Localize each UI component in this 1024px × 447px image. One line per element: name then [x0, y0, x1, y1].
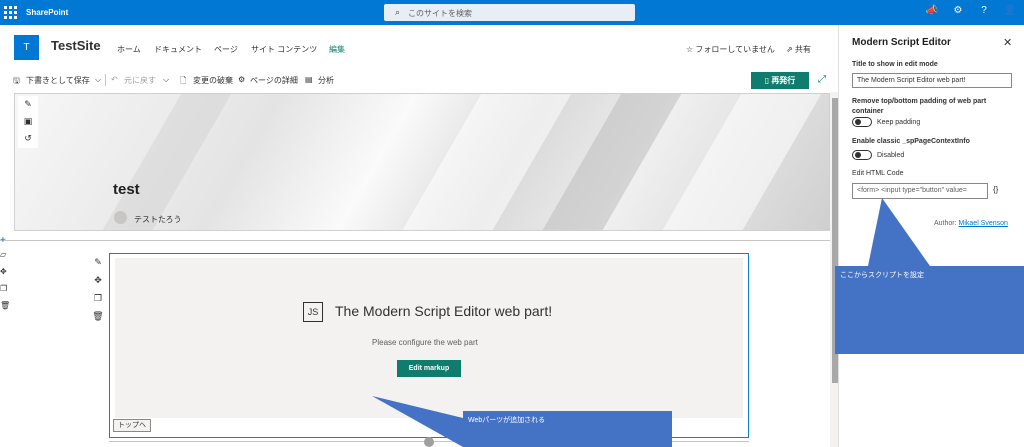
move-icon[interactable]: ✥	[0, 267, 10, 284]
search-placeholder: このサイトを検索	[408, 9, 472, 18]
code-label: Edit HTML Code	[852, 170, 904, 177]
html-code-field[interactable]: <form> <input type="button" value=	[852, 183, 988, 199]
author-credit: Author: Mikael Svenson	[934, 220, 1008, 227]
discard-icon: 🗋	[180, 76, 187, 85]
nav-site-contents[interactable]: サイト コンテンツ	[251, 44, 317, 55]
copy-icon[interactable]: ❐	[88, 293, 108, 304]
webpart-toolbar: ✎ ✥ ❐ 🗑	[88, 254, 106, 326]
nav-edit[interactable]: 編集	[329, 44, 345, 55]
republish-label: 再発行	[771, 76, 796, 85]
chevron-down-icon[interactable]: ⌵	[95, 75, 101, 85]
back-to-top-button[interactable]: トップへ	[113, 419, 151, 432]
context-toggle[interactable]	[852, 150, 872, 160]
image-icon[interactable]: ▣	[18, 116, 38, 127]
title-label: Title to show in edit mode	[852, 61, 938, 68]
edit-markup-button[interactable]: Edit markup	[397, 360, 461, 377]
gear-icon: ⚙	[238, 75, 246, 84]
author-prefix: Author:	[934, 220, 957, 227]
search-icon: ⌕	[395, 7, 401, 17]
gear-icon[interactable]: ⚙	[951, 5, 965, 19]
nav-home[interactable]: ホーム	[117, 44, 141, 55]
hero-image[interactable]	[14, 93, 830, 231]
hero-toolbar: ✎ ▣ ↺	[18, 96, 38, 148]
copy-icon[interactable]: ❐	[0, 284, 10, 301]
code-editor-button[interactable]: {}	[993, 185, 998, 194]
nav-documents[interactable]: ドキュメント	[154, 44, 202, 55]
padding-toggle-text: Keep padding	[877, 119, 921, 126]
person-icon[interactable]: 👤	[1003, 5, 1017, 19]
share-button[interactable]: ⇗ 共有	[786, 44, 811, 55]
delete-icon[interactable]: 🗑	[88, 311, 108, 322]
site-logo[interactable]: T	[14, 35, 39, 60]
pane-title: Modern Script Editor	[852, 37, 951, 48]
context-toggle-text: Disabled	[877, 152, 905, 159]
nav-pages[interactable]: ページ	[214, 44, 238, 55]
chevron-down-icon[interactable]: ⌵	[163, 75, 169, 85]
close-icon[interactable]: ✕	[1003, 36, 1012, 49]
page-details-button[interactable]: ページの詳細	[250, 75, 298, 86]
section-divider	[0, 240, 830, 241]
add-webpart-icon[interactable]	[424, 437, 434, 447]
move-icon[interactable]: ✥	[88, 275, 108, 286]
suite-bar: SharePoint ⌕ このサイトを検索 📣 ⚙ ? 👤	[0, 0, 1024, 25]
search-box[interactable]: ⌕ このサイトを検索	[384, 4, 635, 21]
property-pane	[838, 25, 1024, 447]
site-title[interactable]: TestSite	[51, 38, 101, 53]
avatar	[114, 211, 127, 224]
add-section-icon[interactable]: +	[0, 236, 10, 246]
author-link[interactable]: Mikael Svenson	[959, 220, 1008, 227]
undo-icon: ↶	[111, 75, 118, 84]
js-icon: JS	[303, 302, 323, 322]
follow-button[interactable]: ☆ フォローしていません	[686, 44, 775, 55]
undo-button[interactable]: 元に戻す	[124, 75, 156, 86]
discard-button[interactable]: 変更の破棄	[193, 75, 233, 86]
comment-icon[interactable]: ▱	[0, 250, 10, 267]
webpart-subtitle: Please configure the web part	[372, 338, 478, 347]
webpart-title: The Modern Script Editor web part!	[335, 303, 553, 319]
pencil-icon[interactable]: ✎	[18, 99, 38, 110]
analytics-button[interactable]: 分析	[318, 75, 334, 86]
section-toolbar: ▱ ✥ ❐ 🗑	[0, 250, 10, 318]
callout-webpart-added: Webパーツが追加される	[463, 411, 672, 447]
app-launcher-icon[interactable]	[4, 6, 17, 19]
command-bar: 🖫 下書きとして保存 ⌵ ↶ 元に戻す ⌵ 🗋 変更の破棄 ⚙ ページの詳細 ▤…	[0, 70, 836, 90]
megaphone-icon[interactable]: 📣	[925, 5, 939, 19]
save-draft-button[interactable]: 下書きとして保存	[26, 75, 90, 86]
reset-icon[interactable]: ↺	[18, 133, 38, 144]
context-label: Enable classic _spPageContextInfo	[852, 138, 970, 145]
pencil-icon[interactable]: ✎	[88, 257, 108, 268]
delete-icon[interactable]: 🗑	[0, 301, 10, 318]
padding-toggle[interactable]	[852, 117, 872, 127]
callout-script-settings: ここからスクリプトを設定	[835, 266, 1024, 354]
page-title[interactable]: test	[113, 181, 140, 198]
divider	[105, 74, 106, 86]
brand-name[interactable]: SharePoint	[26, 8, 68, 17]
republish-button[interactable]: ▯ 再発行	[751, 72, 809, 89]
expand-icon[interactable]: ⤢	[818, 74, 826, 85]
help-icon[interactable]: ?	[977, 5, 991, 19]
chart-icon: ▤	[305, 75, 313, 84]
save-icon: 🖫	[13, 76, 20, 85]
title-input[interactable]: The Modern Script Editor web part!	[852, 73, 1012, 88]
padding-label: Remove top/bottom padding of web part co…	[852, 98, 987, 115]
author-name[interactable]: テストたろう	[134, 214, 182, 225]
